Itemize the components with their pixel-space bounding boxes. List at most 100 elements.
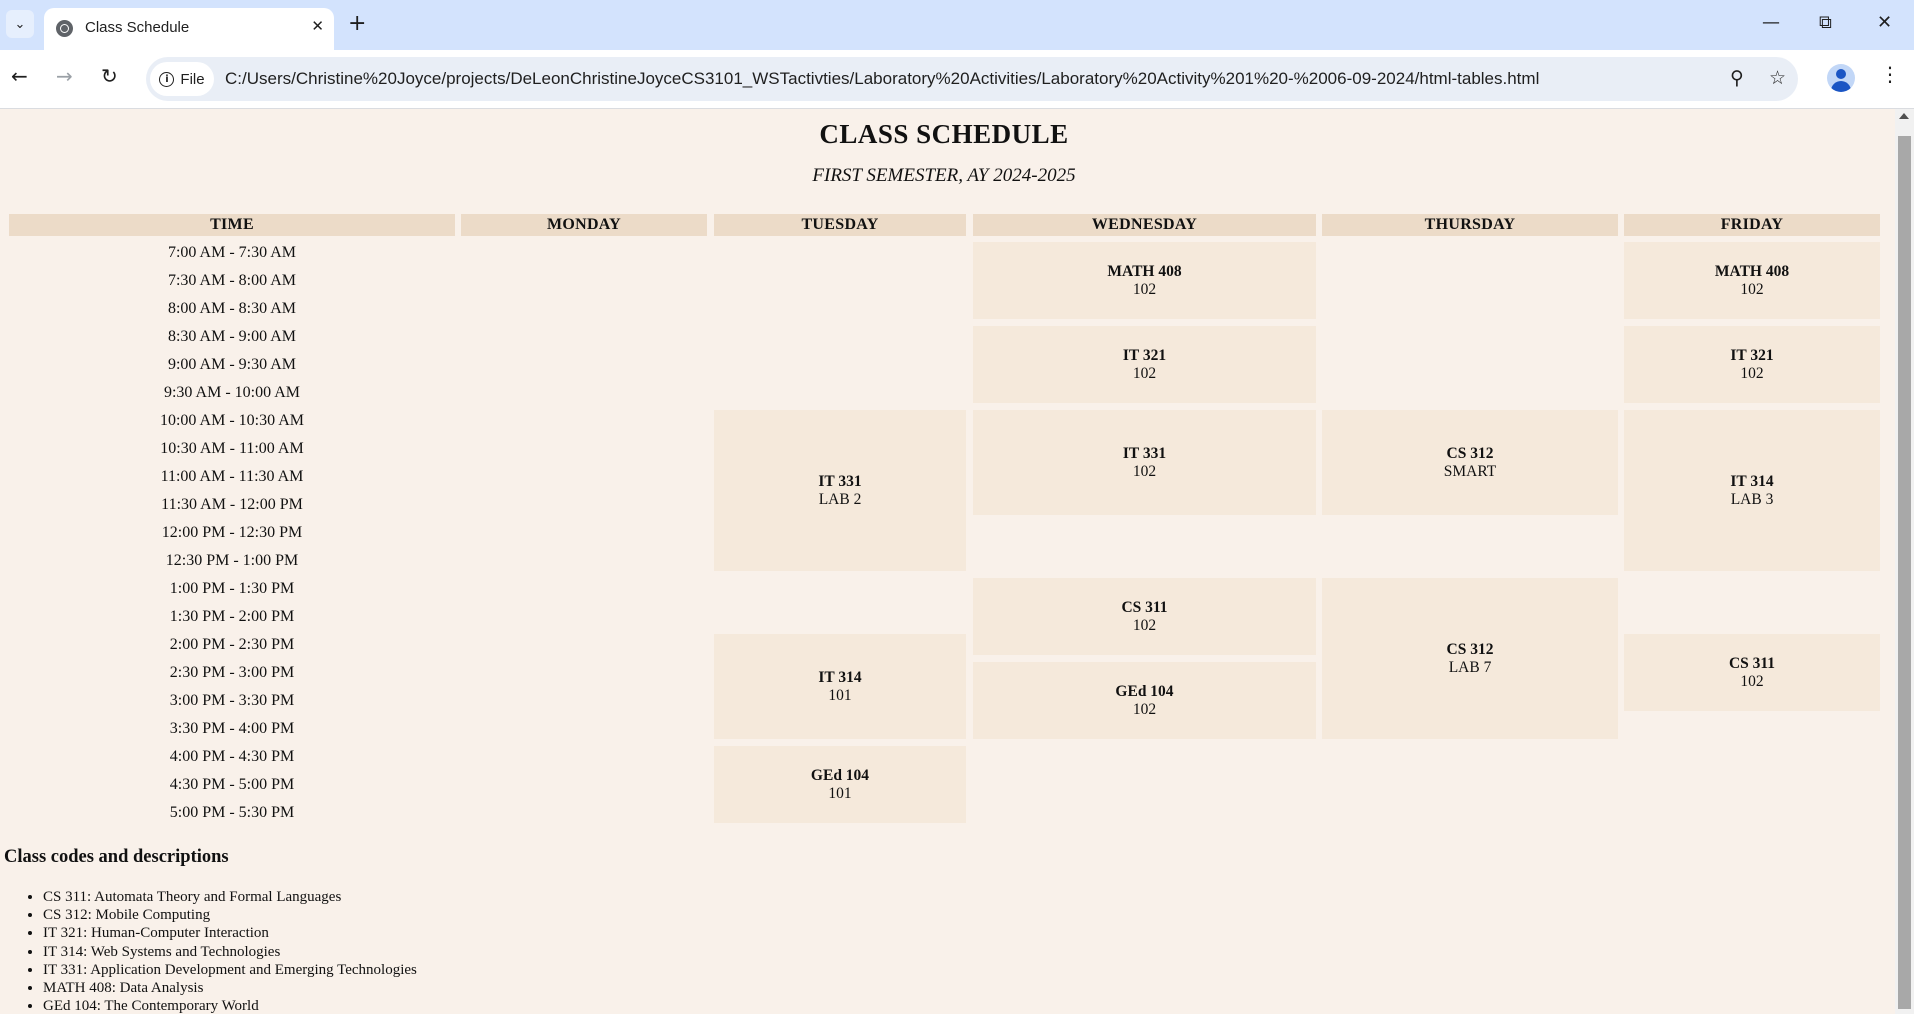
class-cell-wednesday: MATH 408 102 xyxy=(973,242,1316,319)
globe-icon xyxy=(56,20,73,37)
class-code: CS 311 xyxy=(1121,598,1168,616)
class-cell-wednesday: IT 331 102 xyxy=(973,410,1316,515)
tab-search-chevron-icon[interactable]: ⌄ xyxy=(6,10,34,38)
time-slot: 4:30 PM - 5:00 PM xyxy=(169,776,295,793)
class-room: 102 xyxy=(1740,364,1764,382)
reload-icon[interactable]: ↻ xyxy=(101,64,118,88)
time-slot: 5:00 PM - 5:30 PM xyxy=(169,804,295,821)
profile-avatar-icon[interactable] xyxy=(1827,64,1855,92)
class-room: 102 xyxy=(1740,280,1764,298)
class-room: 102 xyxy=(1132,280,1157,298)
class-cell-friday: IT 321 102 xyxy=(1624,326,1880,403)
header-friday: FRIDAY xyxy=(1624,214,1880,236)
site-info-chip[interactable]: i File xyxy=(150,62,214,96)
browser-tab[interactable]: Class Schedule ✕ xyxy=(44,8,334,50)
tab-strip: ⌄ Class Schedule ✕ + — ⧉ ✕ xyxy=(0,0,1914,50)
class-room: 101 xyxy=(828,686,852,704)
menu-kebab-icon[interactable]: ⋮ xyxy=(1880,62,1900,86)
bookmark-star-icon[interactable]: ☆ xyxy=(1769,67,1786,89)
class-cell-thursday: CS 312 LAB 7 xyxy=(1322,578,1618,739)
class-room: 101 xyxy=(828,784,852,802)
class-code: CS 312 xyxy=(1446,444,1494,462)
tab-title: Class Schedule xyxy=(85,19,190,36)
list-item: CS 311: Automata Theory and Formal Langu… xyxy=(43,888,417,906)
codes-heading: Class codes and descriptions xyxy=(4,847,229,867)
class-cell-tuesday: IT 314 101 xyxy=(714,634,966,739)
minimize-icon[interactable]: — xyxy=(1762,12,1780,33)
time-slot: 8:30 AM - 9:00 AM xyxy=(167,328,296,345)
list-item: GEd 104: The Contemporary World xyxy=(43,997,417,1014)
class-cell-wednesday: CS 311 102 xyxy=(973,578,1316,655)
codes-list: CS 311: Automata Theory and Formal Langu… xyxy=(22,888,417,1014)
header-thursday: THURSDAY xyxy=(1322,214,1618,236)
restore-icon[interactable]: ⧉ xyxy=(1819,12,1832,33)
page-title: CLASS SCHEDULE xyxy=(819,119,1069,149)
class-cell-friday: MATH 408 102 xyxy=(1624,242,1880,319)
new-tab-plus-icon[interactable]: + xyxy=(348,10,366,38)
time-slot: 3:30 PM - 4:00 PM xyxy=(169,720,295,737)
header-tuesday: TUESDAY xyxy=(714,214,966,236)
close-tab-icon[interactable]: ✕ xyxy=(311,17,324,35)
time-slot: 1:30 PM - 2:00 PM xyxy=(169,608,295,625)
info-icon: i xyxy=(159,71,175,87)
time-slot: 4:00 PM - 4:30 PM xyxy=(169,748,295,765)
vertical-scrollbar[interactable] xyxy=(1895,109,1914,1014)
time-slot: 2:00 PM - 2:30 PM xyxy=(169,636,295,653)
class-code: CS 312 xyxy=(1446,640,1494,658)
class-code: CS 311 xyxy=(1728,654,1776,672)
time-slot: 12:00 PM - 12:30 PM xyxy=(161,524,303,541)
time-slot: 10:30 AM - 11:00 AM xyxy=(160,440,304,457)
class-code: IT 314 xyxy=(1730,472,1774,490)
time-slot: 11:00 AM - 11:30 AM xyxy=(160,468,304,485)
class-cell-friday: CS 311 102 xyxy=(1624,634,1880,711)
class-cell-wednesday: GEd 104 102 xyxy=(973,662,1316,739)
header-wednesday: WEDNESDAY xyxy=(973,214,1316,236)
site-chip-label: File xyxy=(180,70,205,88)
class-room: LAB 2 xyxy=(818,490,862,508)
class-code: IT 314 xyxy=(818,668,862,686)
browser-toolbar: ← → ↻ i File C:/Users/Christine%20Joyce/… xyxy=(0,50,1914,109)
time-slot: 12:30 PM - 1:00 PM xyxy=(165,552,299,569)
address-bar[interactable]: i File C:/Users/Christine%20Joyce/projec… xyxy=(146,57,1798,101)
list-item: CS 312: Mobile Computing xyxy=(43,906,417,924)
header-time: TIME xyxy=(9,214,455,236)
class-room: 102 xyxy=(1132,364,1157,382)
list-item: IT 314: Web Systems and Technologies xyxy=(43,943,417,961)
list-item: IT 331: Application Development and Emer… xyxy=(43,961,417,979)
class-room: 102 xyxy=(1132,462,1157,480)
class-code: GEd 104 xyxy=(810,766,870,784)
time-slot: 8:00 AM - 8:30 AM xyxy=(167,300,296,317)
forward-arrow-icon[interactable]: → xyxy=(56,64,73,88)
time-slot: 3:00 PM - 3:30 PM xyxy=(169,692,295,709)
time-slot: 1:00 PM - 1:30 PM xyxy=(169,580,295,597)
class-code: IT 331 xyxy=(1122,444,1167,462)
class-code: GEd 104 xyxy=(1115,682,1174,700)
url-text[interactable]: C:/Users/Christine%20Joyce/projects/DeLe… xyxy=(225,69,1539,89)
time-slot: 7:30 AM - 8:00 AM xyxy=(167,272,296,289)
header-monday: MONDAY xyxy=(461,214,707,236)
back-arrow-icon[interactable]: ← xyxy=(11,64,28,88)
page-viewport: CLASS SCHEDULE FIRST SEMESTER, AY 2024-2… xyxy=(0,109,1895,1014)
scroll-thumb[interactable] xyxy=(1898,136,1911,1009)
scroll-up-arrow-icon[interactable] xyxy=(1899,113,1909,119)
class-code: MATH 408 xyxy=(1107,262,1182,280)
list-item: IT 321: Human-Computer Interaction xyxy=(43,924,417,942)
list-item: MATH 408: Data Analysis xyxy=(43,979,417,997)
class-cell-friday: IT 314 LAB 3 xyxy=(1624,410,1880,571)
class-cell-thursday: CS 312 SMART xyxy=(1322,410,1618,515)
close-window-icon[interactable]: ✕ xyxy=(1877,12,1892,33)
zoom-icon[interactable]: ⚲ xyxy=(1730,67,1744,89)
page-subtitle: FIRST SEMESTER, AY 2024-2025 xyxy=(812,165,1076,186)
class-code: IT 331 xyxy=(818,472,862,490)
time-slot: 7:00 AM - 7:30 AM xyxy=(167,244,296,261)
class-code: IT 321 xyxy=(1730,346,1774,364)
class-room: 102 xyxy=(1740,672,1764,690)
class-room: LAB 3 xyxy=(1730,490,1774,508)
time-slot: 9:00 AM - 9:30 AM xyxy=(167,356,296,373)
time-slot: 10:00 AM - 10:30 AM xyxy=(159,412,304,429)
class-room: SMART xyxy=(1443,462,1497,480)
class-room: 102 xyxy=(1132,616,1157,634)
class-cell-wednesday: IT 321 102 xyxy=(973,326,1316,403)
class-code: MATH 408 xyxy=(1714,262,1790,280)
class-cell-tuesday: GEd 104 101 xyxy=(714,746,966,823)
